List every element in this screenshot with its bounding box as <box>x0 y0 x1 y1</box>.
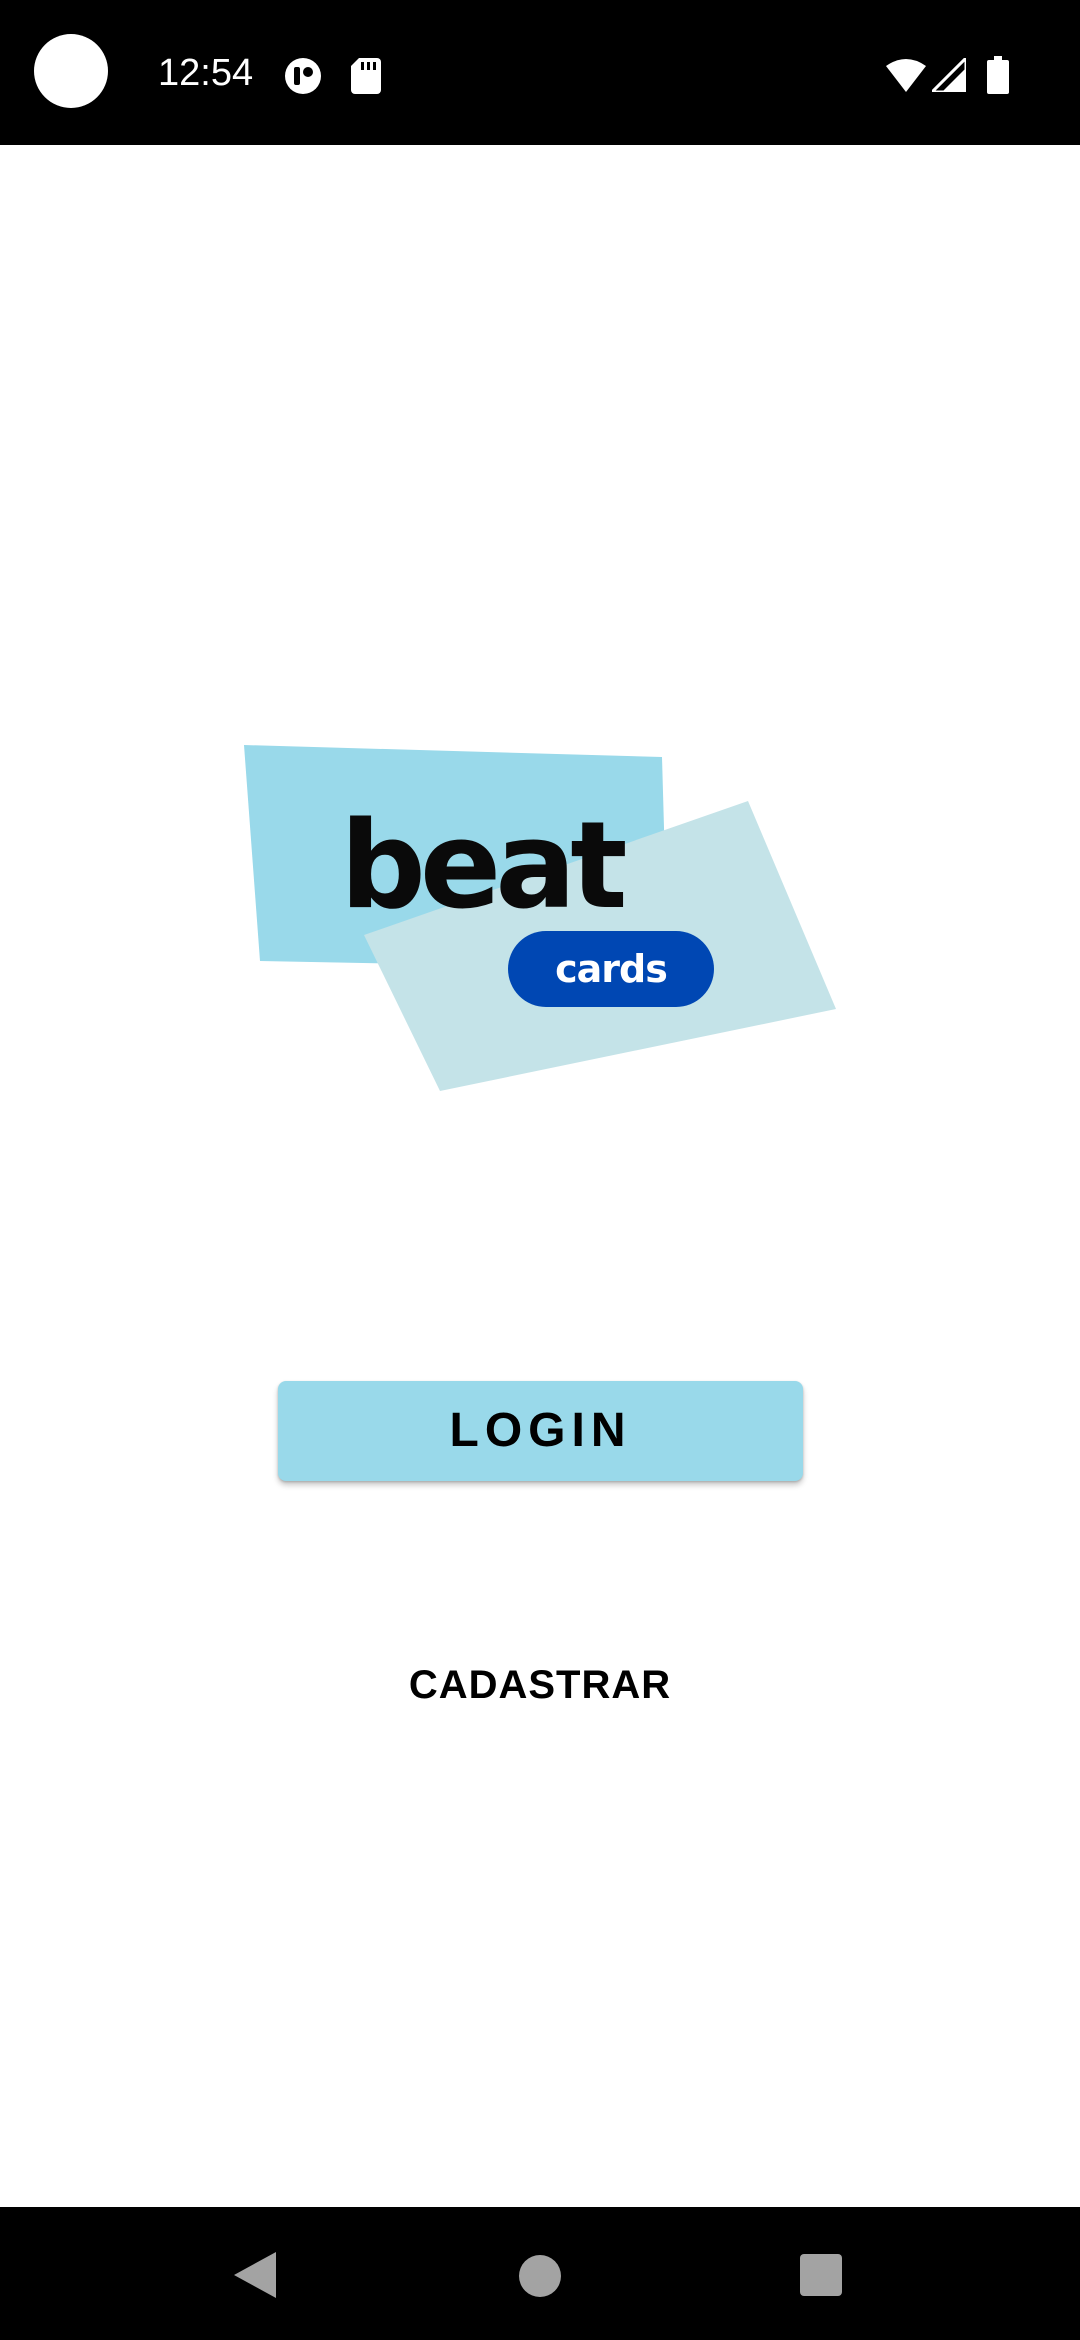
recents-icon[interactable] <box>800 2254 842 2296</box>
beat-cards-logo: beat cards <box>244 745 836 1091</box>
logo-pill-text: cards <box>555 947 667 991</box>
back-icon[interactable] <box>234 2252 276 2298</box>
main-screen: beat cards LOGIN CADASTRAR <box>0 145 1080 2207</box>
logo-word: beat <box>340 797 625 936</box>
camera-cutout <box>34 34 108 108</box>
home-icon[interactable] <box>519 2255 561 2297</box>
app-notification-icon <box>285 58 321 94</box>
status-bar: 12:54 <box>0 0 1080 145</box>
register-button[interactable]: CADASTRAR <box>340 1645 740 1725</box>
login-button[interactable]: LOGIN <box>278 1381 803 1481</box>
navigation-bar <box>0 2207 1080 2340</box>
wifi-icon <box>886 59 926 92</box>
sd-card-icon <box>351 58 381 94</box>
device-frame: 12:54 beat cards LOGIN CADASTRAR <box>0 0 1080 2340</box>
status-time: 12:54 <box>158 52 254 94</box>
signal-icon <box>932 58 966 92</box>
battery-icon <box>987 56 1009 94</box>
